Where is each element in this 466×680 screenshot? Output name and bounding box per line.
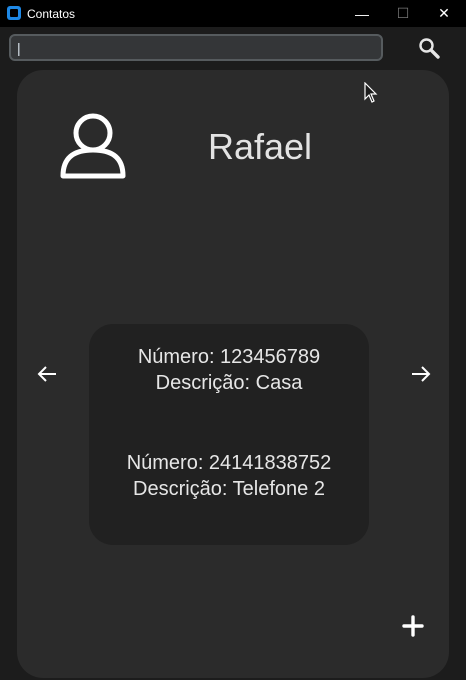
phone-description: Descrição: Casa [155, 372, 303, 394]
maximize-icon: ☐ [396, 5, 410, 21]
next-contact-button[interactable] [408, 362, 434, 386]
phone-description: Descrição: Telefone 2 [133, 478, 325, 500]
search-input[interactable] [9, 34, 383, 61]
user-icon [60, 113, 126, 179]
maximize-button[interactable]: ☐ [383, 0, 423, 27]
avatar [58, 112, 128, 180]
arrow-right-icon [412, 366, 431, 382]
contact-name: Rafael [207, 126, 313, 167]
phone-entry: Número: 123456789 Descrição: Casa [89, 344, 369, 396]
mouse-cursor-icon [364, 82, 378, 103]
minimize-icon: — [355, 5, 369, 22]
search-button[interactable] [414, 35, 444, 61]
close-button[interactable]: ✕ [424, 0, 464, 27]
phone-number: Número: 24141838752 [126, 452, 332, 474]
window-title: Contatos [27, 7, 76, 21]
add-contact-button[interactable] [401, 614, 425, 638]
previous-contact-button[interactable] [34, 362, 60, 386]
close-icon: ✕ [438, 5, 450, 21]
phone-entry: Número: 24141838752 Descrição: Telefone … [89, 450, 369, 502]
search-icon [419, 38, 440, 59]
title-bar: Contatos — ☐ ✕ [0, 0, 466, 27]
minimize-button[interactable]: — [342, 0, 382, 27]
app-icon [7, 6, 21, 20]
plus-icon [402, 615, 424, 637]
arrow-left-icon [37, 366, 56, 382]
phone-number: Número: 123456789 [137, 346, 321, 368]
